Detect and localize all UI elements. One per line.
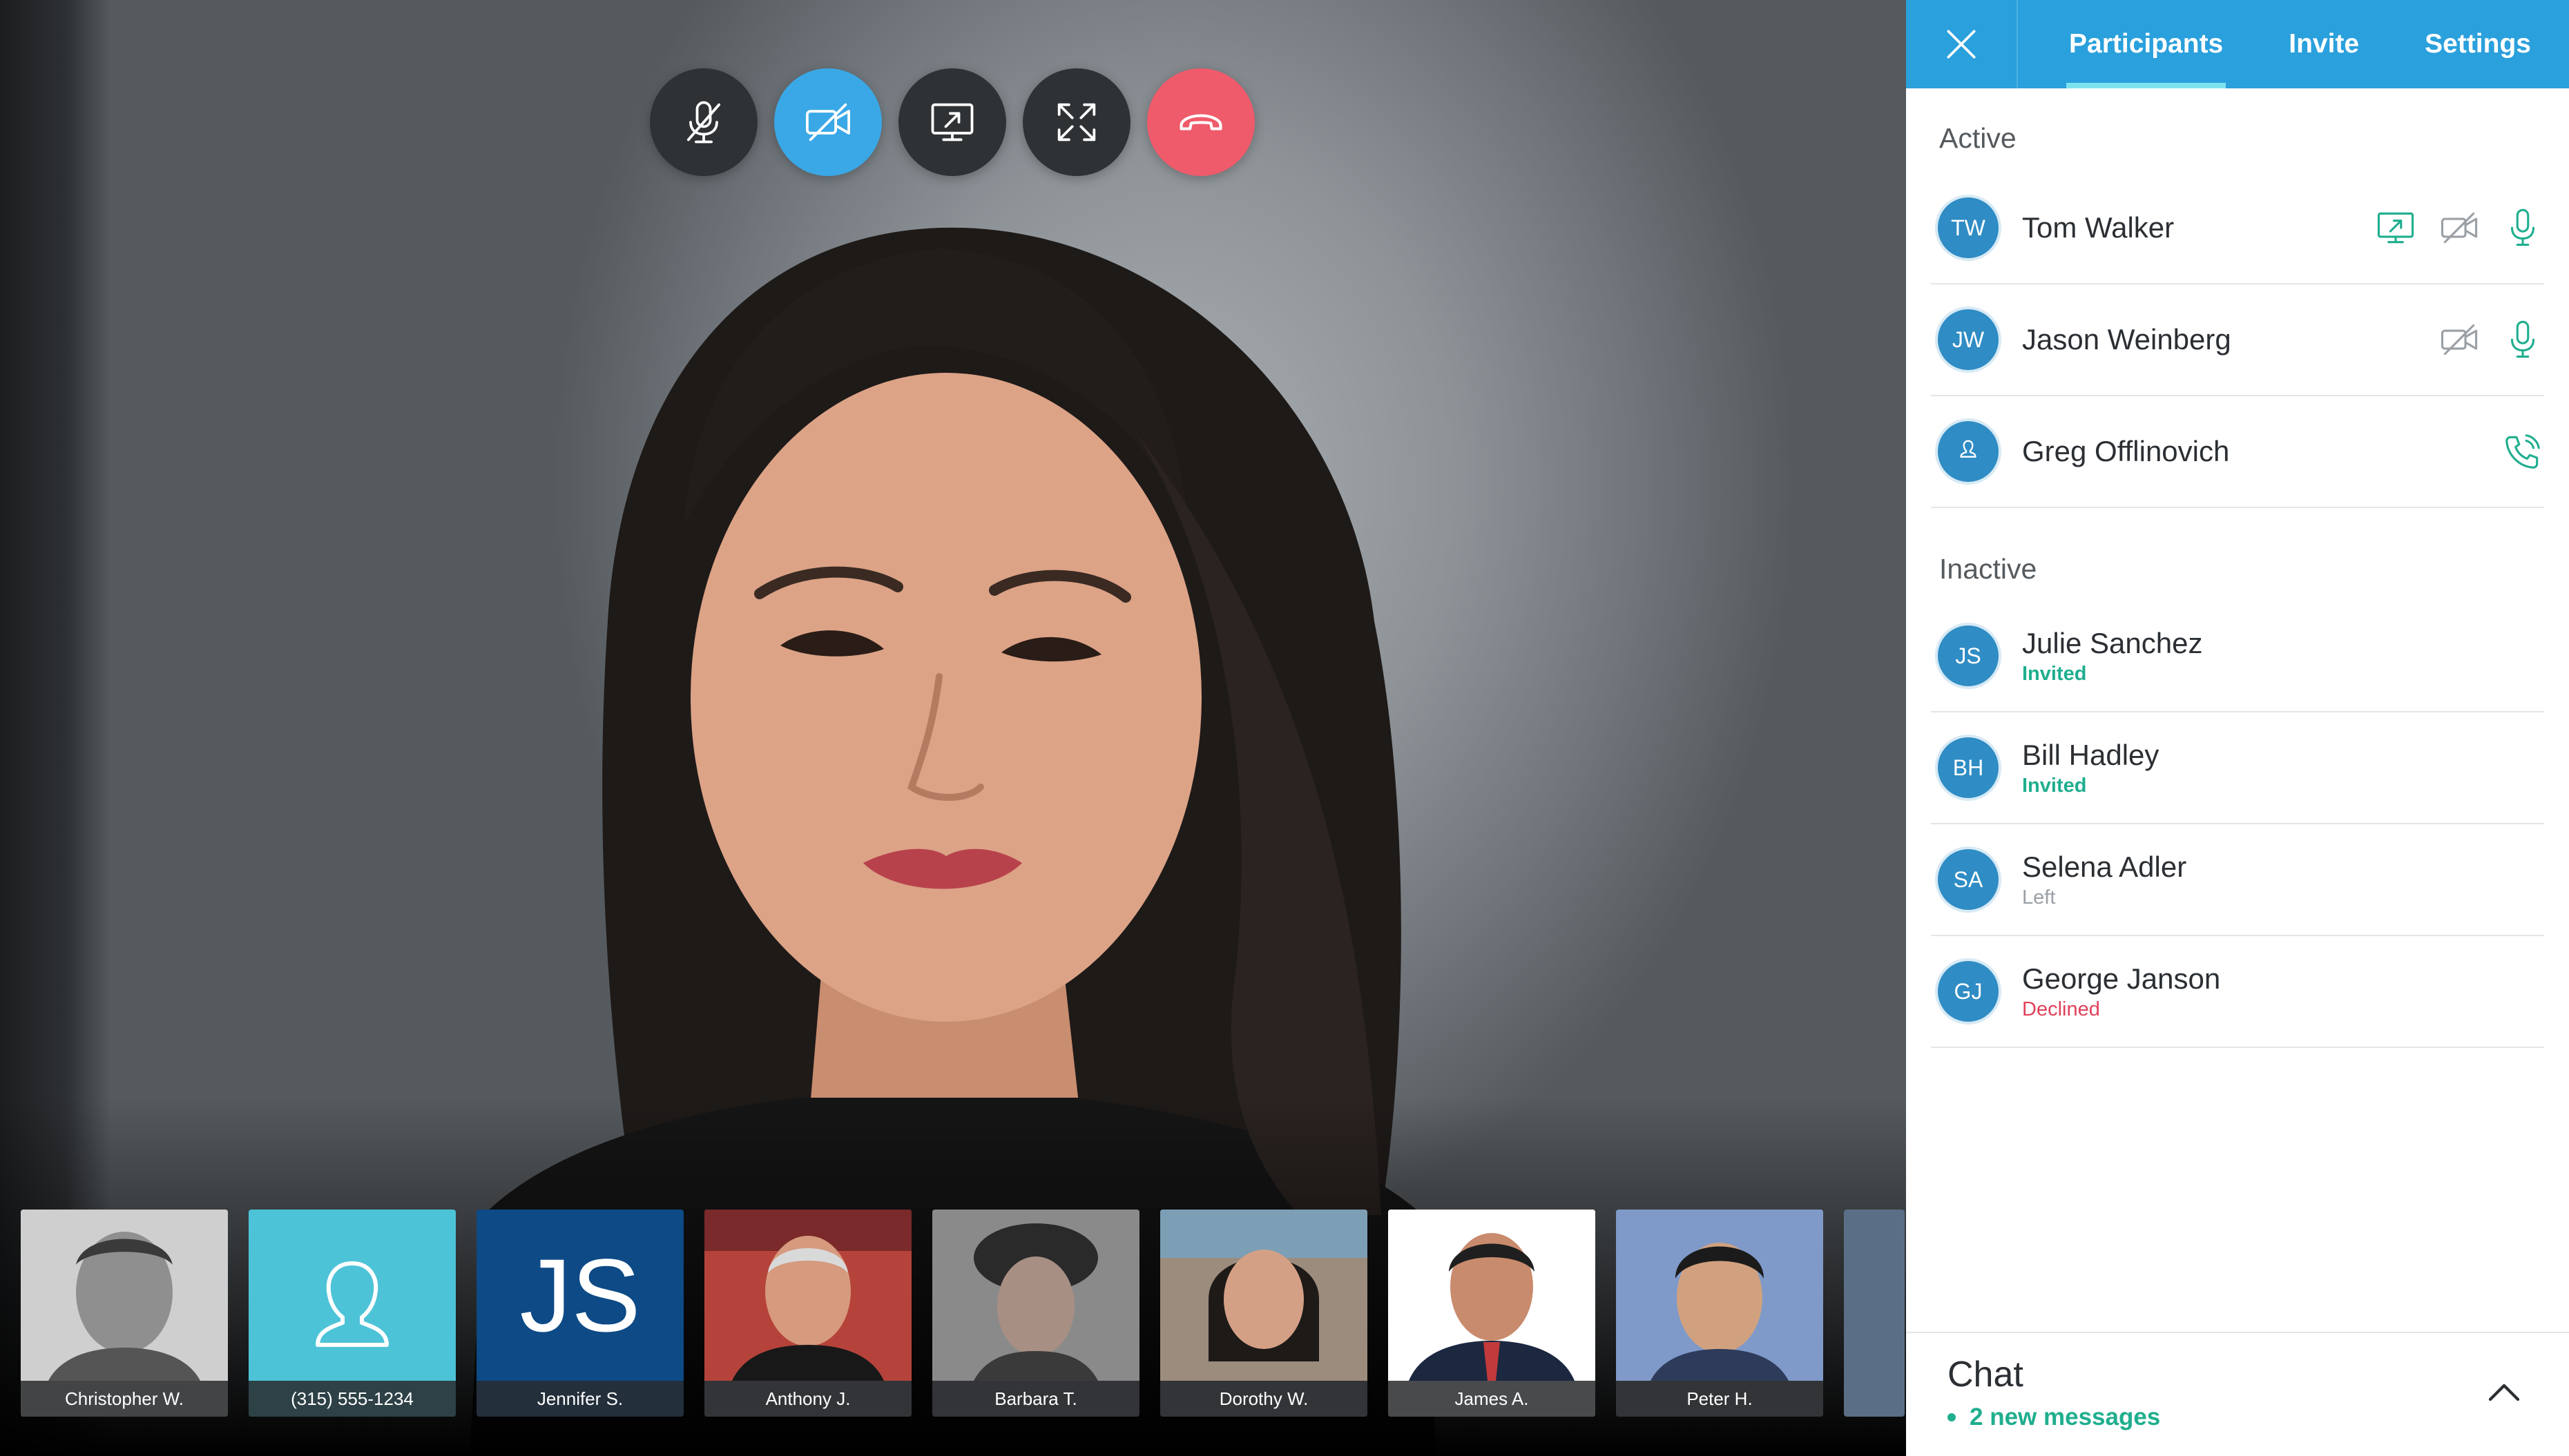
camera-off-icon (806, 103, 850, 142)
thumbnail-tile[interactable]: JS Jennifer S. (477, 1210, 684, 1417)
tab-participants[interactable]: Participants (2066, 0, 2226, 88)
thumbnail-photo (1388, 1210, 1595, 1381)
tab-settings[interactable]: Settings (2425, 0, 2531, 88)
call-controls (650, 68, 1255, 177)
participant-name: Julie Sanchez (2022, 626, 2203, 659)
thumbnail-tile[interactable]: Peter H. (1616, 1210, 1823, 1417)
participant-row[interactable]: JS Julie Sanchez Invited (1931, 601, 2544, 712)
panel-header: Participants Invite Settings (1906, 0, 2569, 88)
screen-share-icon (931, 103, 974, 142)
thumbnail-label: James A. (1388, 1381, 1595, 1417)
participant-status: Invited (2022, 774, 2087, 797)
participant-name: George Janson (2022, 962, 2221, 995)
mic-icon[interactable] (2501, 318, 2544, 361)
tab-label: Invite (2289, 29, 2360, 59)
chat-new-messages-text: 2 new messages (1970, 1404, 2161, 1430)
avatar: TW (1938, 197, 1999, 258)
participant-status-icons (2374, 173, 2544, 283)
tab-label: Participants (2069, 29, 2224, 59)
participants-panel: Participants Invite Settings Active TW T… (1906, 0, 2569, 1456)
section-heading-inactive: Inactive (1939, 553, 2037, 585)
avatar: BH (1938, 737, 1999, 798)
thumbnail-label: Dorothy W. (1160, 1381, 1367, 1417)
avatar: JW (1938, 309, 1999, 370)
participant-name: Bill Hadley (2022, 738, 2159, 771)
participant-status: Invited (2022, 662, 2087, 685)
thumbnail-label: Peter H. (1616, 1381, 1823, 1417)
participant-status-icons (2438, 284, 2544, 395)
mic-off-icon (686, 101, 721, 144)
thumbnail-tile[interactable]: Christopher W. (21, 1210, 228, 1417)
participant-row[interactable]: JW Jason Weinberg (1931, 284, 2544, 396)
hangup-button[interactable] (1147, 68, 1255, 176)
avatar: SA (1938, 849, 1999, 910)
mic-icon[interactable] (2501, 206, 2544, 249)
hangup-icon (1180, 114, 1222, 130)
camera-off-icon[interactable] (2438, 206, 2481, 249)
chat-bar[interactable]: Chat 2 new messages (1906, 1332, 2569, 1456)
thumbnail-tile[interactable]: Dorothy W. (1160, 1210, 1367, 1417)
thumbnail-label: (315) 555-1234 (249, 1381, 456, 1417)
thumbnail-initials: JS (519, 1236, 641, 1353)
close-icon (1947, 30, 1976, 59)
phone-icon[interactable] (2501, 430, 2544, 473)
thumbnail-label: Barbara T. (932, 1381, 1139, 1417)
participant-name: Selena Adler (2022, 850, 2187, 883)
fullscreen-button[interactable] (1023, 68, 1130, 176)
thumbnail-tile[interactable]: (315) 555-1234 (249, 1210, 456, 1417)
thumbnail-tile[interactable]: Anthony J. (704, 1210, 912, 1417)
participant-status-icons (2501, 396, 2544, 507)
participant-status: Left (2022, 886, 2056, 909)
chevron-up-icon[interactable] (2483, 1372, 2525, 1413)
close-panel-button[interactable] (1906, 0, 2018, 88)
participant-name: Tom Walker (2022, 211, 2175, 244)
main-video: Christopher W. (315) 555-1234 JS Jennife… (0, 0, 1906, 1456)
participant-name: Greg Offlinovich (2022, 435, 2230, 467)
screen-share-icon[interactable] (2374, 206, 2417, 249)
participant-thumbnail-strip: Christopher W. (315) 555-1234 JS Jennife… (21, 1210, 1905, 1417)
thumbnail-label: Anthony J. (704, 1381, 912, 1417)
thumbnail-photo (21, 1210, 228, 1381)
tab-label: Settings (2425, 29, 2531, 59)
chat-title: Chat (1947, 1355, 2023, 1395)
thumbnail-tile[interactable]: Barbara T. (932, 1210, 1139, 1417)
participant-row[interactable]: BH Bill Hadley Invited (1931, 712, 2544, 824)
avatar: JS (1938, 625, 1999, 686)
thumbnail-label: Jennifer S. (477, 1381, 684, 1417)
fullscreen-icon (1057, 103, 1096, 142)
participant-name: Jason Weinberg (2022, 323, 2231, 356)
avatar: GJ (1938, 961, 1999, 1022)
participant-status: Declined (2022, 998, 2100, 1020)
thumbnail-photo (1616, 1210, 1823, 1381)
participant-row[interactable]: Greg Offlinovich (1931, 396, 2544, 508)
screen-share-button[interactable] (898, 68, 1006, 176)
thumbnail-photo (704, 1210, 912, 1381)
thumbnail-label: Christopher W. (21, 1381, 228, 1417)
chat-new-messages: 2 new messages (1947, 1404, 2160, 1431)
mute-mic-button[interactable] (650, 68, 758, 176)
thumbnail-tile[interactable]: James A. (1388, 1210, 1595, 1417)
thumbnail-photo (932, 1210, 1139, 1381)
tab-selected-indicator (2066, 83, 2226, 88)
thumbnail-tile-partial[interactable] (1844, 1210, 1905, 1417)
participant-row[interactable]: TW Tom Walker (1931, 173, 2544, 284)
participant-row[interactable]: GJ George Janson Declined (1931, 936, 2544, 1048)
participant-row[interactable]: SA Selena Adler Left (1931, 824, 2544, 936)
unread-dot (1947, 1413, 1956, 1421)
user-outline-icon (1960, 440, 1976, 458)
tab-invite[interactable]: Invite (2289, 0, 2359, 88)
camera-toggle-button[interactable] (774, 68, 882, 176)
user-outline-icon (316, 1261, 389, 1347)
camera-off-icon[interactable] (2438, 318, 2481, 361)
section-heading-active: Active (1939, 122, 2017, 154)
thumbnail-photo (1160, 1210, 1367, 1381)
avatar (1938, 421, 1999, 482)
